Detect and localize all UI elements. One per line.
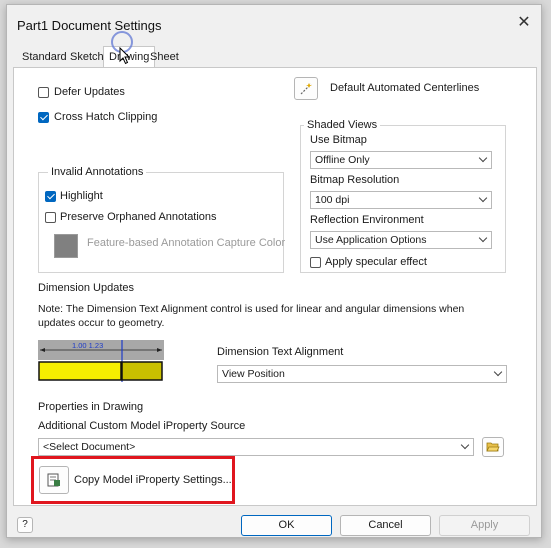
specular-effect-checkbox[interactable] [310,257,321,268]
shaded-views-title: Shaded Views [304,119,381,131]
close-icon[interactable]: ✕ [515,14,533,32]
drawing-tab-panel: Defer Updates Cross Hatch Clipping Defau… [13,68,537,506]
dimension-note: Note: The Dimension Text Alignment contr… [38,303,465,329]
document-settings-dialog: Part1 Document Settings ✕ Standard Sketc… [6,4,542,538]
use-bitmap-select[interactable]: Offline Only [310,151,492,169]
centerline-icon [300,83,312,95]
dimension-alignment-select[interactable]: View Position [217,365,507,383]
ok-button[interactable]: OK [241,515,332,536]
defer-updates-label: Defer Updates [54,86,125,98]
cross-hatch-clipping-checkbox[interactable] [38,112,49,123]
copy-iproperty-label[interactable]: Copy Model iProperty Settings... [74,474,232,486]
copy-iproperty-icon-button[interactable] [39,466,69,494]
chevron-down-icon [478,233,488,243]
highlight-checkbox[interactable] [45,191,56,202]
bitmap-resolution-value: 100 dpi [315,194,350,206]
capture-color-swatch[interactable] [54,234,78,258]
help-button[interactable]: ? [17,517,33,533]
iproperty-source-label: Additional Custom Model iProperty Source [38,420,246,432]
reflection-environment-label: Reflection Environment [310,214,424,226]
preserve-orphaned-checkbox[interactable] [45,212,56,223]
properties-title: Properties in Drawing [38,401,144,413]
default-centerlines-label: Default Automated Centerlines [330,82,480,94]
apply-button[interactable]: Apply [439,515,530,536]
chevron-down-icon [478,193,488,203]
browse-document-button[interactable] [482,437,504,457]
chevron-down-icon [460,440,470,450]
open-folder-icon [486,442,500,452]
highlight-label: Highlight [60,190,103,202]
dimension-alignment-value: View Position [222,368,285,380]
cross-hatch-clipping-label: Cross Hatch Clipping [54,111,158,123]
window-title: Part1 Document Settings [17,18,162,33]
defer-updates-checkbox[interactable] [38,87,49,98]
capture-color-label: Feature-based Annotation Capture Color [87,237,286,249]
cancel-button[interactable]: Cancel [340,515,431,536]
preserve-orphaned-label: Preserve Orphaned Annotations [60,211,217,223]
iproperty-source-select[interactable]: <Select Document> [38,438,474,456]
chevron-down-icon [478,153,488,163]
mouse-pointer-icon [119,47,131,65]
default-centerlines-button[interactable] [294,77,318,100]
specular-effect-label: Apply specular effect [325,256,427,268]
use-bitmap-value: Offline Only [315,154,370,166]
reflection-environment-value: Use Application Options [315,234,427,246]
iproperty-source-value: <Select Document> [43,441,136,453]
bitmap-resolution-label: Bitmap Resolution [310,174,400,186]
dimension-alignment-preview: 1.00 1.23 [38,340,164,382]
tab-standard[interactable]: Standard [17,47,72,67]
preview-dimension-text: 1.00 1.23 [72,341,103,350]
use-bitmap-label: Use Bitmap [310,134,367,146]
dimension-updates-title: Dimension Updates [38,282,134,294]
invalid-annotations-title: Invalid Annotations [48,166,147,178]
dimension-alignment-label: Dimension Text Alignment [217,346,344,358]
bitmap-resolution-select[interactable]: 100 dpi [310,191,492,209]
iproperty-settings-icon [47,473,60,487]
reflection-environment-select[interactable]: Use Application Options [310,231,492,249]
chevron-down-icon [493,367,503,377]
tab-sheet[interactable]: Sheet [145,47,184,67]
